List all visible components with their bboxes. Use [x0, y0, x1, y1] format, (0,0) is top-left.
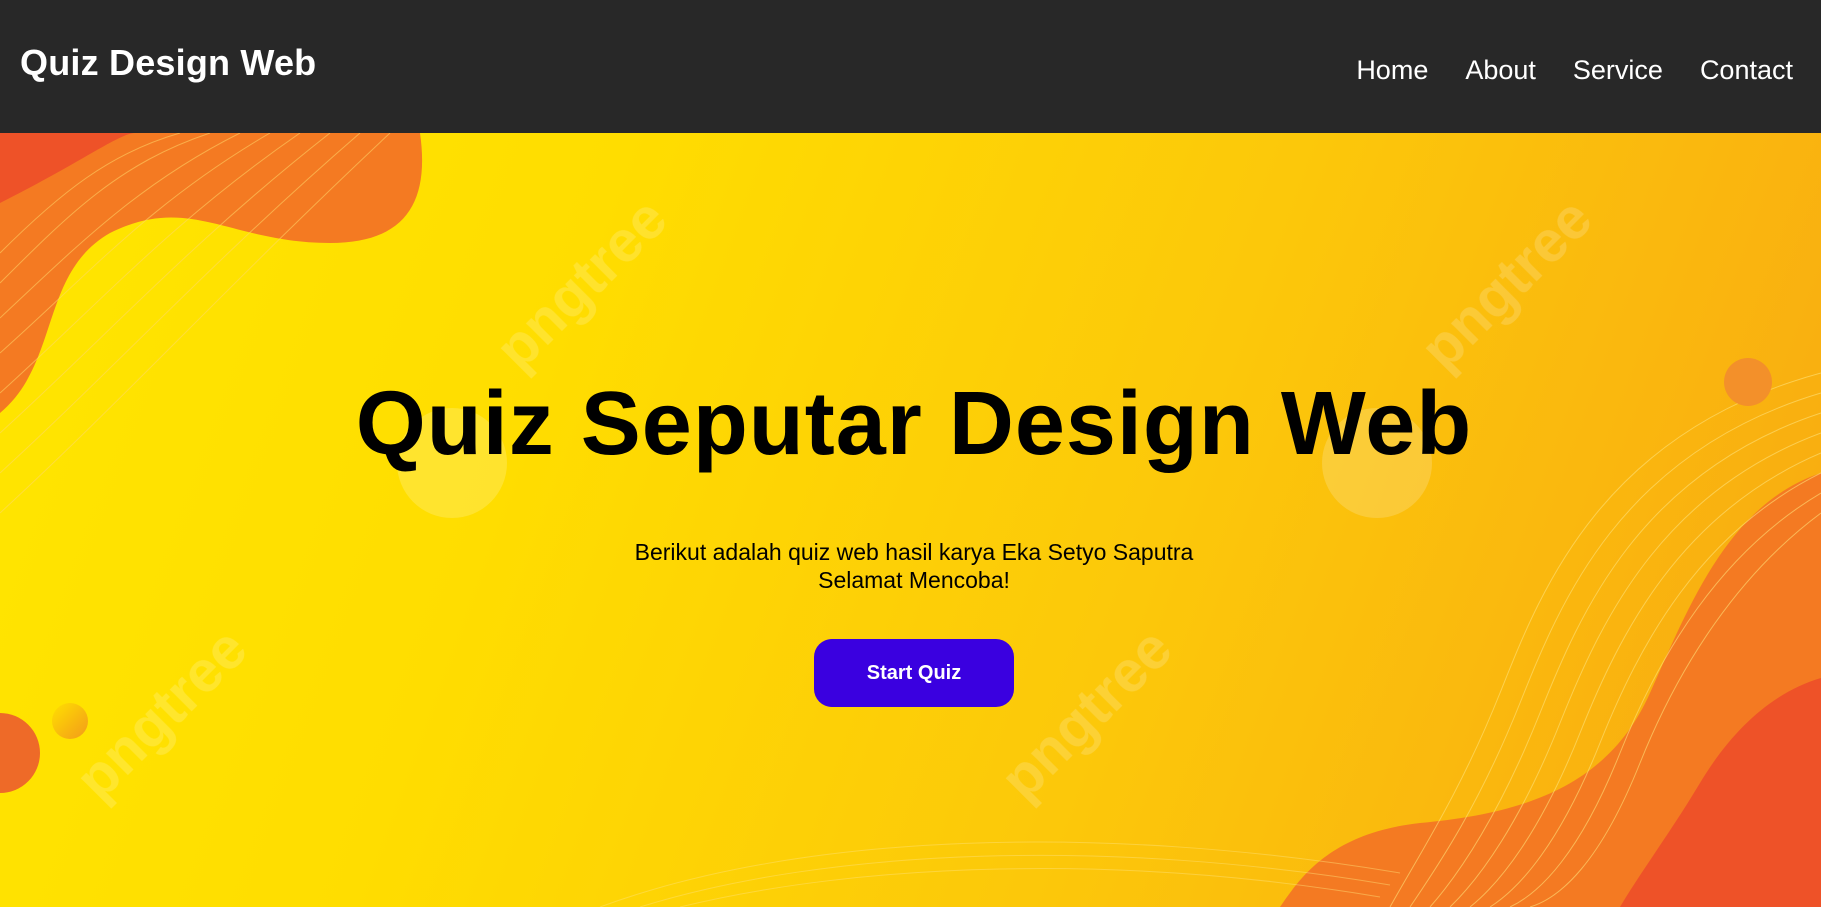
- nav-link-about[interactable]: About: [1465, 55, 1536, 86]
- nav-link-home[interactable]: Home: [1356, 55, 1428, 86]
- site-brand[interactable]: Quiz Design Web: [20, 42, 316, 84]
- hero-content: Quiz Seputar Design Web Berikut adalah q…: [0, 133, 1821, 907]
- hero-description-line-2: Selamat Mencoba!: [818, 567, 1010, 593]
- navbar: Quiz Design Web Home About Service Conta…: [0, 0, 1821, 133]
- start-quiz-button[interactable]: Start Quiz: [814, 639, 1014, 707]
- hero-section: pngtree pngtree pngtree pngtree Quiz Sep…: [0, 133, 1821, 907]
- hero-description-line-1: Berikut adalah quiz web hasil karya Eka …: [634, 539, 1194, 565]
- hero-title: Quiz Seputar Design Web: [355, 374, 1473, 474]
- nav-menu: Home About Service Contact: [1356, 55, 1793, 86]
- hero-description: Berikut adalah quiz web hasil karya Eka …: [0, 538, 1821, 594]
- nav-link-service[interactable]: Service: [1573, 55, 1663, 86]
- nav-link-contact[interactable]: Contact: [1700, 55, 1793, 86]
